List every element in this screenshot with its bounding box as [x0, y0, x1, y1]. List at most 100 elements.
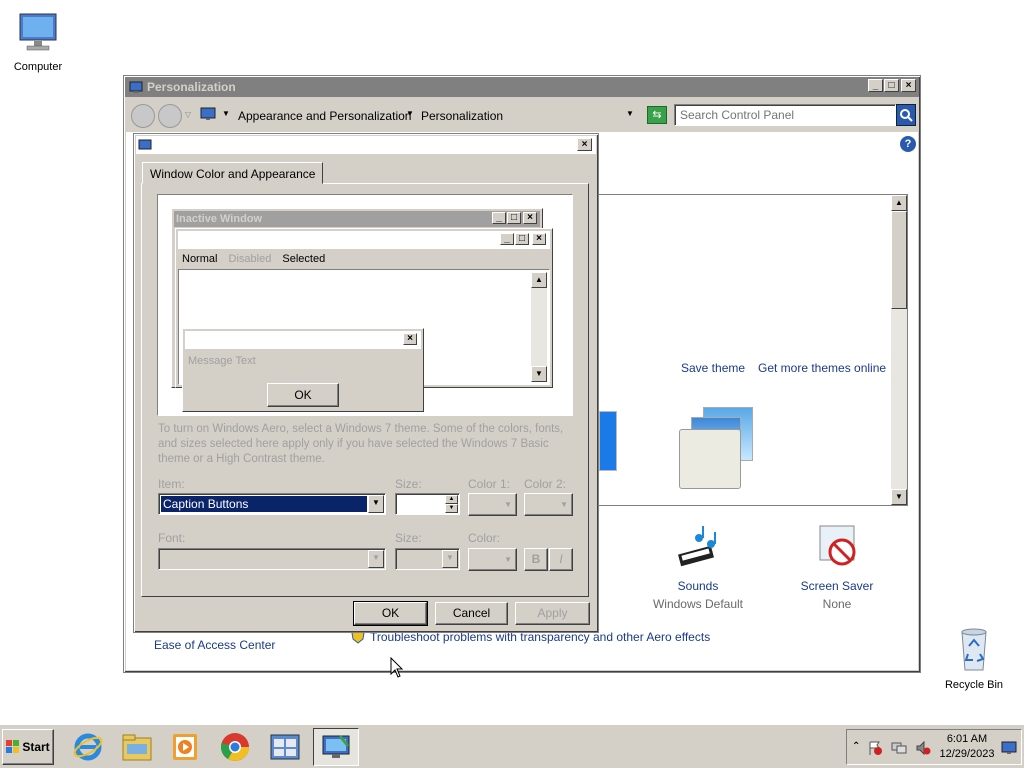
computer-desktop-icon[interactable]: Computer [3, 8, 73, 73]
apply-button[interactable]: Apply [515, 602, 590, 625]
spinner-up-icon[interactable]: ▲ [445, 495, 458, 504]
screen-saver-label[interactable]: Screen Saver [789, 579, 885, 593]
dialog-close-button[interactable]: × [577, 138, 592, 151]
help-icon[interactable]: ? [900, 136, 916, 152]
inactive-titlebar: Inactive Window _ □ × [174, 211, 540, 227]
font-label: Font: [158, 531, 186, 545]
ease-of-access-link[interactable]: Ease of Access Center [154, 638, 275, 652]
font-size-dropdown-icon[interactable]: ▼ [442, 550, 458, 568]
clock-date: 12/29/2023 [939, 748, 995, 760]
color2-button[interactable]: ▼ [524, 493, 573, 516]
taskbar: Start ⌃ 6:01 AM 12/29/2023 [0, 724, 1024, 768]
preview-area: Inactive Window _ □ × _ □ × Normal Disab… [157, 194, 573, 416]
action-center-flag-icon[interactable] [867, 740, 883, 756]
taskbar-chrome[interactable] [212, 728, 258, 766]
taskbar-personalization[interactable] [313, 728, 359, 766]
media-player-icon [173, 734, 197, 760]
search-icon [900, 109, 913, 122]
bold-button[interactable]: B [524, 548, 548, 571]
system-tray: ⌃ 6:01 AM 12/29/2023 [846, 729, 1022, 765]
personalization-app-icon [322, 735, 350, 758]
color1-label: Color 1: [468, 477, 511, 491]
aero-info-text: To turn on Windows Aero, select a Window… [158, 423, 564, 465]
menu-normal[interactable]: Normal [182, 253, 217, 265]
scroll-up-button[interactable]: ▲ [891, 195, 907, 211]
control-panel-small-icon [200, 107, 216, 120]
taskbar-control-panel[interactable] [262, 728, 308, 766]
address-dropdown-icon[interactable]: ▼ [626, 109, 634, 118]
ok-button[interactable]: OK [353, 601, 428, 626]
maximize-button[interactable]: □ [884, 79, 899, 92]
preview-ok-button[interactable]: OK [267, 383, 339, 407]
screen-saver-item[interactable]: Screen Saver None [789, 522, 885, 611]
forward-button[interactable] [158, 104, 182, 128]
tab-label: Window Color and Appearance [150, 167, 316, 181]
theme-thumbnail-partial[interactable] [599, 411, 617, 471]
more-themes-link[interactable]: Get more themes online [758, 361, 886, 375]
item-dropdown-icon[interactable]: ▼ [368, 495, 384, 513]
font-color-label: Color: [468, 531, 501, 545]
breadcrumb-appearance[interactable]: Appearance and Personalization [238, 109, 411, 123]
cancel-button[interactable]: Cancel [435, 602, 508, 625]
font-color-button[interactable]: ▼ [468, 548, 517, 571]
size-spinner[interactable]: ▲ ▼ [395, 493, 460, 515]
taskbar-media-player[interactable] [162, 728, 208, 766]
breadcrumb[interactable]: ▼ Appearance and Personalization ▼ Perso… [196, 104, 644, 126]
sounds-label[interactable]: Sounds [650, 579, 746, 593]
preview-scrollbar[interactable]: ▲ ▼ [531, 272, 547, 382]
close-button[interactable]: × [901, 79, 916, 92]
font-dropdown-icon[interactable]: ▼ [368, 550, 384, 568]
clock[interactable]: 6:01 AM 12/29/2023 [939, 732, 995, 762]
item-selected-value: Caption Buttons [160, 495, 368, 513]
start-button[interactable]: Start [2, 729, 54, 765]
search-box[interactable] [674, 104, 896, 126]
start-label: Start [22, 740, 50, 754]
search-input[interactable] [680, 106, 880, 124]
sounds-icon [678, 526, 716, 567]
volume-muted-icon[interactable] [915, 740, 931, 756]
screen-saver-icon [819, 525, 856, 566]
item-select[interactable]: Caption Buttons ▼ [158, 493, 386, 515]
themes-scrollbar[interactable]: ▲ ▼ [891, 195, 907, 505]
dialog-titlebar[interactable]: × [136, 136, 596, 154]
personalization-titlebar[interactable]: Personalization _ □ × [125, 77, 919, 97]
italic-button[interactable]: I [549, 548, 573, 571]
menu-selected[interactable]: Selected [282, 253, 325, 265]
scroll-thumb[interactable] [891, 211, 907, 309]
preview-message-box[interactable]: × Message Text OK [182, 328, 424, 412]
recycle-bin-icon [961, 628, 987, 671]
show-desktop-icon[interactable] [1001, 741, 1017, 755]
minimize-button[interactable]: _ [868, 79, 883, 92]
size-label: Size: [395, 477, 422, 491]
sounds-item[interactable]: Sounds Windows Default [650, 522, 746, 611]
windows-logo-icon [6, 740, 20, 753]
font-size-select[interactable]: ▼ [395, 548, 460, 570]
font-size-label: Size: [395, 531, 422, 545]
computer-icon [19, 13, 57, 51]
color1-button[interactable]: ▼ [468, 493, 517, 516]
recycle-bin-label: Recycle Bin [944, 679, 1004, 691]
recycle-bin-desktop-icon[interactable]: Recycle Bin [939, 624, 1009, 691]
mouse-cursor-icon [390, 657, 404, 678]
font-select[interactable]: ▼ [158, 548, 386, 570]
taskbar-explorer[interactable] [114, 728, 160, 766]
taskbar-ie[interactable] [65, 728, 111, 766]
refresh-button[interactable]: ⇆ [647, 106, 667, 124]
save-theme-link[interactable]: Save theme [681, 361, 745, 375]
tab-window-color[interactable]: Window Color and Appearance [142, 162, 324, 184]
scroll-down-button[interactable]: ▼ [891, 489, 907, 505]
control-panel-app-icon [270, 734, 300, 760]
back-button[interactable] [131, 104, 155, 128]
spinner-down-icon[interactable]: ▼ [445, 504, 458, 513]
breadcrumb-personalization[interactable]: Personalization [421, 109, 503, 123]
search-button[interactable] [896, 104, 916, 126]
history-dropdown[interactable]: ▽ [185, 110, 191, 119]
network-icon[interactable] [891, 740, 907, 756]
screen-saver-value: None [822, 597, 852, 611]
theme-thumbnail-stack[interactable] [677, 407, 757, 489]
control-panel-icon [129, 81, 143, 93]
tab-panel: Inactive Window _ □ × _ □ × Normal Disab… [141, 183, 589, 597]
address-bar: ▽ ▼ Appearance and Personalization ▼ Per… [128, 102, 918, 130]
menu-disabled: Disabled [228, 253, 272, 265]
show-hidden-icons-icon[interactable]: ⌃ [852, 741, 860, 752]
